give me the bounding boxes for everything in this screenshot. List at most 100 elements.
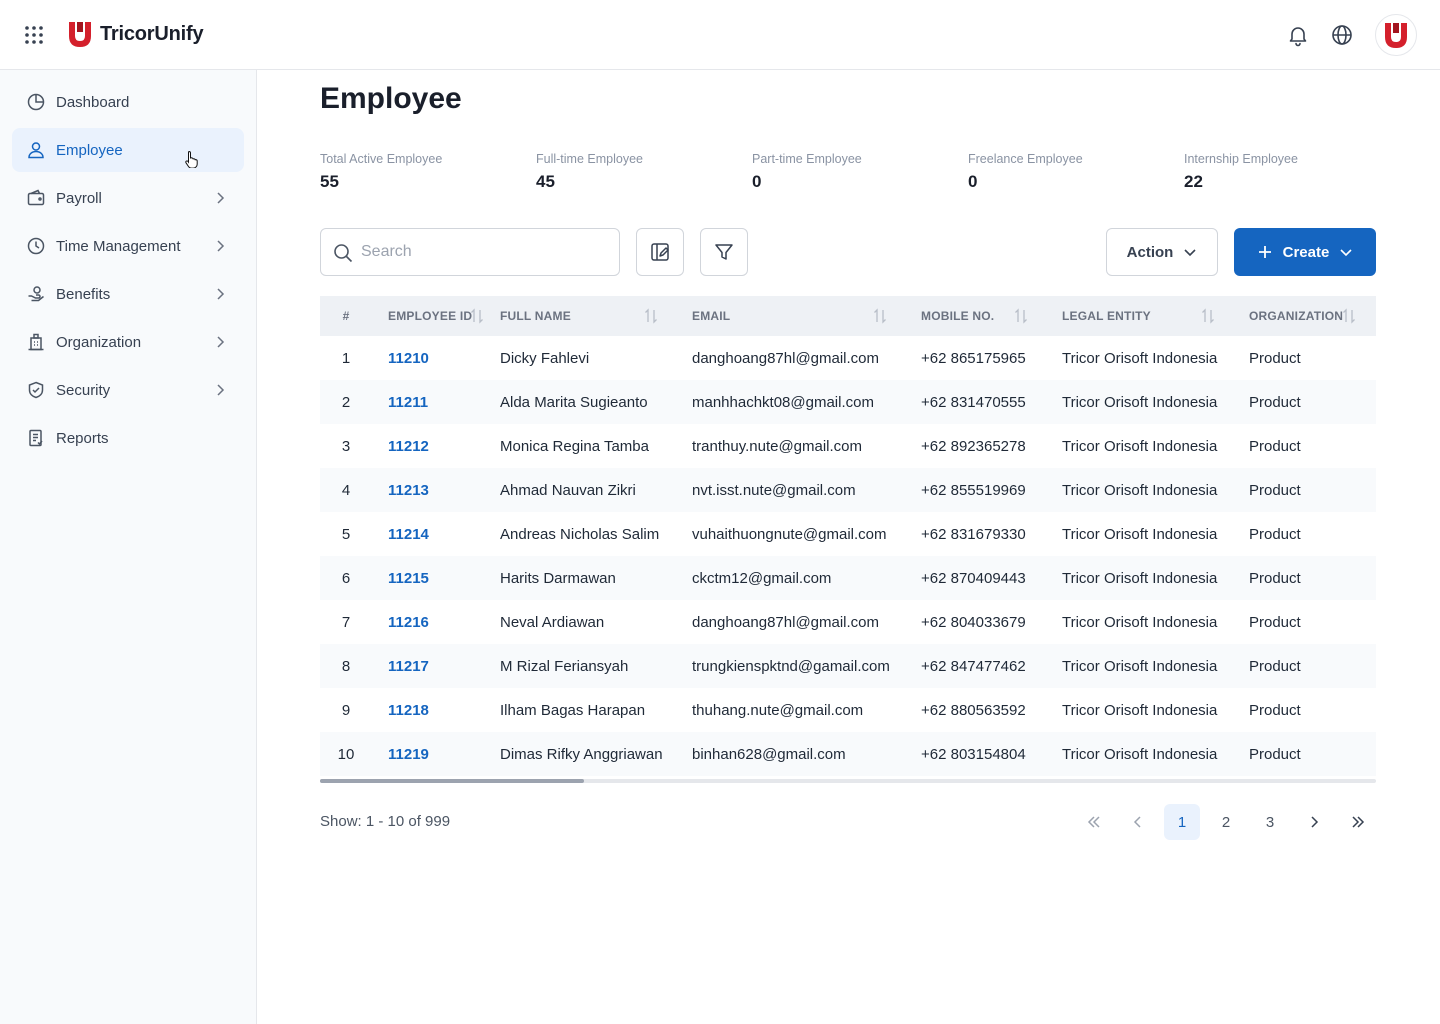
cell-organization: Product [1249,745,1301,763]
cell-email: binhan628@gmail.com [692,745,846,763]
table-row[interactable]: 4 11213 Ahmad Nauvan Zikri nvt.isst.nute… [320,468,1376,512]
cell-index: 5 [341,525,351,543]
sidebar-item-label: Benefits [56,285,111,303]
create-button[interactable]: Create [1234,228,1376,276]
cell-index: 4 [341,481,351,499]
sidebar-item-reports[interactable]: Reports [12,416,244,460]
column-header-mobile[interactable]: MOBILE NO. [921,296,1062,336]
column-header-email[interactable]: EMAIL [692,296,921,336]
sort-icon[interactable] [644,308,658,324]
employee-id-link[interactable]: 11213 [388,482,429,499]
table-row[interactable]: 6 11215 Harits Darmawan ckctm12@gmail.co… [320,556,1376,600]
page-button-1[interactable]: 1 [1164,804,1200,840]
chevron-down-icon [1184,249,1196,257]
cell-mobile: +62 865175965 [921,349,1026,367]
page-button-2[interactable]: 2 [1208,804,1244,840]
column-settings-button[interactable] [636,228,684,276]
stat-label: Full-time Employee [536,152,643,166]
employee-id-link[interactable]: 11214 [388,526,429,543]
cell-email: danghoang87hl@gmail.com [692,613,880,631]
table-row[interactable]: 5 11214 Andreas Nicholas Salim vuhaithuo… [320,512,1376,556]
cell-email: trungkienspktnd@gamail.com [692,657,890,675]
dashboard-icon [27,93,45,111]
cell-index: 7 [341,613,351,631]
search-input[interactable] [361,229,611,275]
column-header-employee-id[interactable]: EMPLOYEE ID [372,296,500,336]
next-page-button[interactable] [1296,804,1332,840]
table-row[interactable]: 3 11212 Monica Regina Tamba tranthuy.nut… [320,424,1376,468]
column-header-organization[interactable]: ORGANIZATION [1249,296,1376,336]
bell-icon[interactable] [1286,23,1310,47]
first-page-button[interactable] [1076,804,1112,840]
sidebar-item-employee[interactable]: Employee [12,128,244,172]
filter-button[interactable] [700,228,748,276]
employee-table-container: # EMPLOYEE ID FULL NAME EMAIL MOBILE NO. [320,296,1376,776]
employee-id-link[interactable]: 11210 [388,350,429,367]
benefits-icon [28,286,44,302]
sidebar-item-dashboard[interactable]: Dashboard [12,80,244,124]
top-bar: TricorUnify [0,0,1440,70]
column-header-full-name[interactable]: FULL NAME [500,296,692,336]
sort-icon[interactable] [1342,308,1356,324]
search-box [320,228,620,276]
stat-value: 22 [1184,172,1203,191]
action-button-label: Action [1126,243,1174,261]
table-row[interactable]: 7 11216 Neval Ardiawan danghoang87hl@gma… [320,600,1376,644]
brand-name: TricorUnify [100,22,204,45]
cell-mobile: +62 804033679 [921,613,1026,631]
sidebar-item-organization[interactable]: Organization [12,320,244,364]
scrollbar-thumb[interactable] [320,779,584,783]
action-dropdown-button[interactable]: Action [1106,228,1218,276]
employee-id-link[interactable]: 11217 [388,658,429,675]
sort-icon[interactable] [1201,308,1215,324]
cell-legal-entity: Tricor Orisoft Indonesia [1062,613,1218,631]
sidebar-item-label: Security [56,381,111,399]
table-row[interactable]: 9 11218 Ilham Bagas Harapan thuhang.nute… [320,688,1376,732]
sort-icon[interactable] [1014,308,1028,324]
column-header-legal-entity[interactable]: LEGAL ENTITY [1062,296,1249,336]
sidebar-item-time-management[interactable]: Time Management [12,224,244,268]
table-row[interactable]: 2 11211 Alda Marita Sugieanto manhhachkt… [320,380,1376,424]
page-title: Employee [320,82,462,115]
cell-legal-entity: Tricor Orisoft Indonesia [1062,701,1218,719]
column-header-label: EMPLOYEE ID [388,309,473,323]
chevron-right-icon [1311,816,1319,828]
page-button-3[interactable]: 3 [1252,804,1288,840]
cell-email: thuhang.nute@gmail.com [692,701,864,719]
globe-icon[interactable] [1330,23,1354,47]
table-row[interactable]: 8 11217 M Rizal Feriansyah trungkienspkt… [320,644,1376,688]
employee-id-link[interactable]: 11218 [388,702,429,719]
brand-logo[interactable]: TricorUnify [66,20,204,48]
column-edit-icon [651,243,669,261]
sidebar-item-label: Reports [56,429,109,447]
horizontal-scrollbar[interactable] [320,779,1376,783]
employee-id-link[interactable]: 11216 [388,614,429,631]
chevron-right-icon [217,288,225,300]
employee-id-link[interactable]: 11215 [388,570,429,587]
avatar[interactable] [1375,14,1417,56]
sidebar-item-payroll[interactable]: Payroll [12,176,244,220]
cell-index: 10 [337,745,355,763]
cell-legal-entity: Tricor Orisoft Indonesia [1062,437,1218,455]
chevron-right-icon [217,192,225,204]
sidebar-item-label: Employee [56,141,123,159]
stat-label: Internship Employee [1184,152,1298,166]
previous-page-button[interactable] [1120,804,1156,840]
employee-id-link[interactable]: 11211 [388,394,428,411]
table-row[interactable]: 10 11219 Dimas Rifky Anggriawan binhan62… [320,732,1376,776]
stat-label: Part-time Employee [752,152,862,166]
sort-icon[interactable] [470,308,484,324]
cell-full-name: Neval Ardiawan [500,613,605,631]
cell-index: 1 [341,349,351,367]
employee-id-link[interactable]: 11219 [388,746,429,763]
sidebar-item-security[interactable]: Security [12,368,244,412]
sort-icon[interactable] [873,308,887,324]
last-page-button[interactable] [1340,804,1376,840]
employee-id-link[interactable]: 11212 [388,438,429,455]
stat-total-active: Total Active Employee 55 [320,152,442,192]
sidebar-item-benefits[interactable]: Benefits [12,272,244,316]
cell-mobile: +62 831470555 [921,393,1026,411]
wallet-icon [27,189,45,206]
apps-grid-icon[interactable] [24,25,44,45]
table-row[interactable]: 1 11210 Dicky Fahlevi danghoang87hl@gmai… [320,336,1376,380]
